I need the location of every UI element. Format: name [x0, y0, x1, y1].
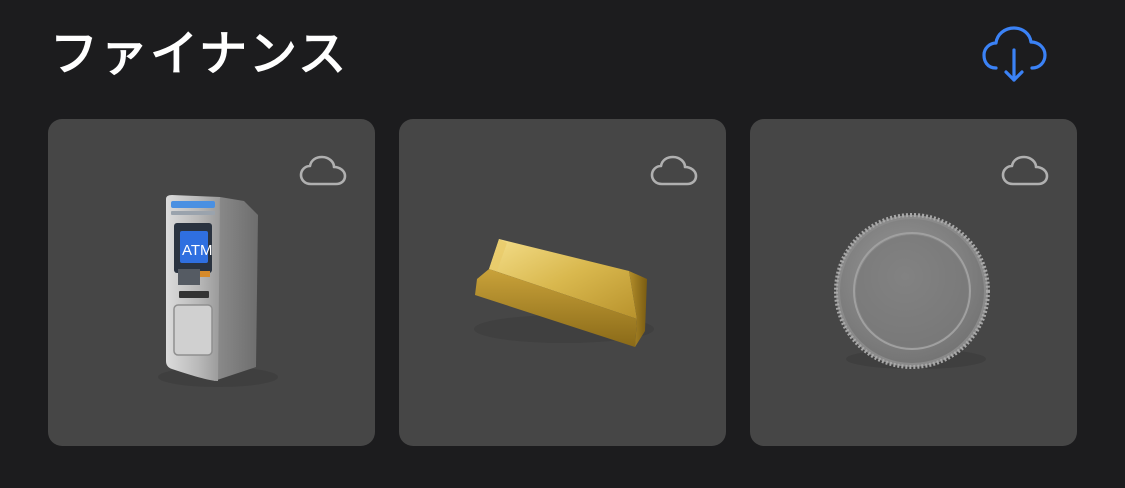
cloud-download-icon: [982, 26, 1047, 82]
section-title: ファイナンス: [50, 26, 349, 82]
item-card-atm[interactable]: ATM: [48, 119, 375, 446]
card-cloud-icon: [650, 155, 698, 187]
atm-screen-label: ATM: [182, 242, 213, 259]
item-card-gold-bar[interactable]: [399, 119, 726, 446]
finance-section: ファイナンス ATM: [0, 0, 1125, 488]
card-cloud-icon: [299, 155, 347, 187]
item-card-silver-coin[interactable]: [750, 119, 1077, 446]
card-cloud-icon: [1001, 155, 1049, 187]
download-all-button[interactable]: [982, 24, 1048, 84]
